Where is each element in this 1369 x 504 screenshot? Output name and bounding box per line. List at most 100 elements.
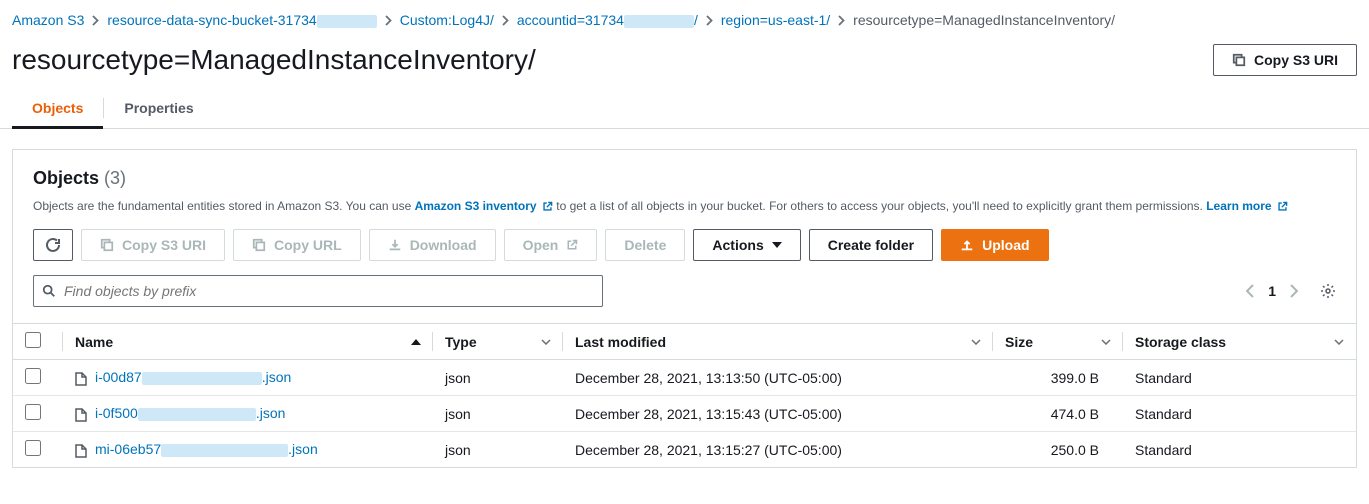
select-all-checkbox[interactable] <box>25 332 41 348</box>
col-size[interactable]: Size <box>1005 334 1033 350</box>
search-input[interactable] <box>64 283 594 299</box>
search-icon <box>42 284 56 298</box>
chevron-right-icon <box>502 15 509 26</box>
section-count: (3) <box>104 168 126 188</box>
file-icon <box>75 444 87 458</box>
copy-icon <box>100 238 114 252</box>
col-modified[interactable]: Last modified <box>575 334 666 350</box>
sort-asc-icon <box>411 339 421 345</box>
file-icon <box>75 372 87 386</box>
col-storage[interactable]: Storage class <box>1135 334 1226 350</box>
objects-table: Name Type Last modified Size Storage cla… <box>13 323 1356 467</box>
breadcrumb-item[interactable]: Custom:Log4J/ <box>400 12 494 28</box>
copy-s3-uri-label: Copy S3 URI <box>1254 52 1338 68</box>
table-row: mi-06eb57.json jsonDecember 28, 2021, 13:… <box>13 432 1356 468</box>
chevron-right-icon <box>385 15 392 26</box>
cell-storage: Standard <box>1123 396 1356 432</box>
copy-s3-uri-button[interactable]: Copy S3 URI <box>81 229 225 261</box>
breadcrumb-item: resourcetype=ManagedInstanceInventory/ <box>853 12 1115 28</box>
btn-label: Download <box>410 237 477 253</box>
tabs: Objects Properties <box>0 88 1369 129</box>
cell-modified: December 28, 2021, 13:15:27 (UTC-05:00) <box>563 432 993 468</box>
settings-button[interactable] <box>1320 283 1336 299</box>
section-description: Objects are the fundamental entities sto… <box>33 197 1336 215</box>
btn-label: Copy S3 URI <box>122 237 206 253</box>
upload-icon <box>960 238 974 252</box>
chevron-right-icon <box>706 15 713 26</box>
object-link[interactable]: i-00d87.json <box>95 369 291 385</box>
download-icon <box>388 238 402 252</box>
cell-type: json <box>433 432 563 468</box>
btn-label: Actions <box>712 237 763 253</box>
table-body: i-00d87.json jsonDecember 28, 2021, 13:13… <box>13 360 1356 468</box>
copy-s3-uri-header-button[interactable]: Copy S3 URI <box>1213 44 1357 76</box>
chevron-right-icon <box>92 15 99 26</box>
row-checkbox[interactable] <box>25 368 41 384</box>
page-title: resourcetype=ManagedInstanceInventory/ <box>12 44 536 76</box>
search-input-wrap[interactable] <box>33 275 603 307</box>
open-button[interactable]: Open <box>504 229 598 261</box>
object-link[interactable]: mi-06eb57.json <box>95 441 318 457</box>
prev-page-button[interactable] <box>1246 284 1254 298</box>
copy-url-button[interactable]: Copy URL <box>233 229 361 261</box>
breadcrumb-item[interactable]: resource-data-sync-bucket-31734 <box>107 12 376 28</box>
refresh-button[interactable] <box>33 229 73 261</box>
inventory-link[interactable]: Amazon S3 inventory <box>415 199 553 213</box>
sort-icon <box>1334 339 1344 345</box>
pagination: 1 <box>1246 283 1336 299</box>
objects-panel: Objects (3) Objects are the fundamental … <box>12 149 1357 468</box>
desc-text-2: to get a list of all objects in your buc… <box>553 199 1206 213</box>
upload-button[interactable]: Upload <box>941 229 1048 261</box>
btn-label: Delete <box>624 237 666 253</box>
col-type[interactable]: Type <box>445 334 477 350</box>
breadcrumb-item[interactable]: accountid=31734/ <box>517 12 698 28</box>
sort-icon <box>1101 339 1111 345</box>
row-checkbox[interactable] <box>25 404 41 420</box>
cell-storage: Standard <box>1123 432 1356 468</box>
btn-label: Open <box>523 237 559 253</box>
caret-down-icon <box>772 242 782 248</box>
breadcrumb: Amazon S3 resource-data-sync-bucket-31734… <box>0 0 1369 38</box>
section-title: Objects (3) <box>33 168 1336 189</box>
cell-size: 399.0 B <box>993 360 1123 396</box>
toolbar: Copy S3 URI Copy URL Download Open Delet… <box>33 229 1336 261</box>
btn-label: Copy URL <box>274 237 342 253</box>
search-row: 1 <box>33 275 1336 307</box>
object-link[interactable]: i-0f500.json <box>95 405 285 421</box>
cell-modified: December 28, 2021, 13:15:43 (UTC-05:00) <box>563 396 993 432</box>
sort-icon <box>541 339 551 345</box>
cell-type: json <box>433 396 563 432</box>
refresh-icon <box>45 237 61 253</box>
desc-text: Objects are the fundamental entities sto… <box>33 199 415 213</box>
cell-modified: December 28, 2021, 13:13:50 (UTC-05:00) <box>563 360 993 396</box>
row-checkbox[interactable] <box>25 440 41 456</box>
cell-storage: Standard <box>1123 360 1356 396</box>
learn-more-link[interactable]: Learn more <box>1206 199 1288 213</box>
sort-icon <box>971 339 981 345</box>
copy-icon <box>252 238 266 252</box>
create-folder-button[interactable]: Create folder <box>809 229 933 261</box>
col-name[interactable]: Name <box>75 334 113 350</box>
page-header: resourcetype=ManagedInstanceInventory/ C… <box>0 38 1369 88</box>
next-page-button[interactable] <box>1290 284 1298 298</box>
external-link-icon <box>566 239 578 251</box>
chevron-right-icon <box>838 15 845 26</box>
copy-icon <box>1232 53 1246 67</box>
delete-button[interactable]: Delete <box>605 229 685 261</box>
cell-type: json <box>433 360 563 396</box>
external-link-icon <box>1277 201 1288 212</box>
table-row: i-0f500.json jsonDecember 28, 2021, 13:15… <box>13 396 1356 432</box>
table-header-row: Name Type Last modified Size Storage cla… <box>13 324 1356 360</box>
btn-label: Upload <box>982 237 1029 253</box>
external-link-icon <box>542 201 553 212</box>
breadcrumb-item[interactable]: region=us-east-1/ <box>721 12 830 28</box>
page-number: 1 <box>1268 283 1276 299</box>
download-button[interactable]: Download <box>369 229 496 261</box>
cell-size: 474.0 B <box>993 396 1123 432</box>
section-title-text: Objects <box>33 168 99 188</box>
file-icon <box>75 408 87 422</box>
tab-properties[interactable]: Properties <box>104 88 213 128</box>
tab-objects[interactable]: Objects <box>12 88 103 128</box>
actions-button[interactable]: Actions <box>693 229 800 261</box>
breadcrumb-item[interactable]: Amazon S3 <box>12 12 84 28</box>
